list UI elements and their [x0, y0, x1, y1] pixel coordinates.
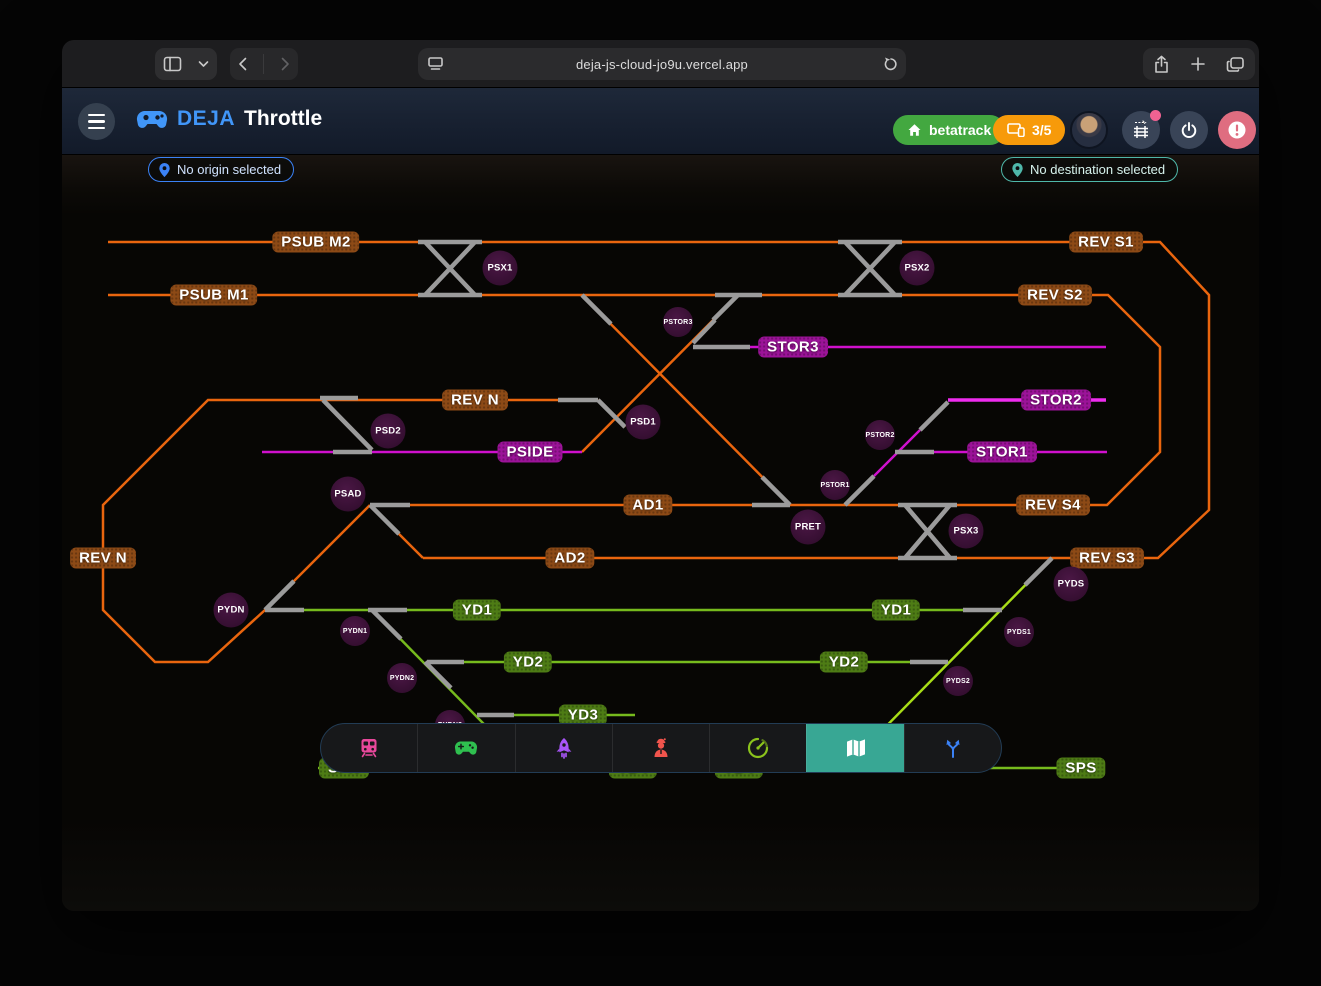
tab-gamepad[interactable]	[417, 724, 514, 772]
node-pyds[interactable]: PYDS	[1054, 567, 1089, 602]
back-icon[interactable]	[237, 56, 249, 72]
track-mode-button[interactable]	[1122, 111, 1160, 149]
railway-icon	[1131, 120, 1151, 140]
track-label-sps[interactable]: SPS	[1056, 758, 1105, 779]
menu-button[interactable]	[78, 103, 115, 140]
environment-badge-label: betatrack	[929, 122, 991, 138]
pin-icon	[158, 162, 171, 178]
track-label-stor1[interactable]: STOR1	[967, 442, 1037, 463]
track-label-psub-m1[interactable]: PSUB M1	[170, 285, 257, 306]
track-label-yd2-east[interactable]: YD2	[820, 652, 868, 673]
tab-train[interactable]	[321, 724, 417, 772]
track-label-rev-n-west[interactable]: REV N	[70, 548, 136, 569]
track-label-yd1-west[interactable]: YD1	[453, 600, 501, 621]
map-area: No origin selected No destination select…	[62, 155, 1259, 911]
alert-icon	[1227, 120, 1247, 140]
track-label-rev-s4[interactable]: REV S4	[1016, 495, 1090, 516]
origin-chip[interactable]: No origin selected	[148, 157, 294, 182]
sidebar-icon	[163, 56, 182, 72]
app-header: DEJA Throttle betatrack 3/5	[62, 88, 1259, 155]
tab-conductor[interactable]	[612, 724, 709, 772]
node-psx3[interactable]: PSX3	[949, 514, 984, 549]
node-pstor1[interactable]: PSTOR1	[820, 470, 850, 500]
address-bar[interactable]: deja-js-cloud-jo9u.vercel.app	[418, 48, 906, 80]
reload-icon[interactable]	[872, 56, 906, 72]
tab-map[interactable]	[806, 724, 903, 772]
forward-icon[interactable]	[279, 56, 291, 72]
home-icon	[907, 123, 922, 137]
devices-icon	[1007, 123, 1025, 137]
app-name: Throttle	[244, 107, 322, 131]
user-avatar[interactable]	[1070, 111, 1108, 149]
node-pyds2[interactable]: PYDS2	[943, 666, 973, 696]
conductor-icon	[650, 737, 672, 759]
track-label-ad2[interactable]: AD2	[545, 548, 594, 569]
track-label-stor2[interactable]: STOR2	[1021, 390, 1091, 411]
brand-name: DEJA	[177, 107, 235, 131]
tab-overview-icon[interactable]	[1226, 56, 1245, 73]
new-tab-icon[interactable]	[1190, 56, 1206, 72]
browser-titlebar: deja-js-cloud-jo9u.vercel.app	[62, 40, 1259, 88]
track-label-psub-m2[interactable]: PSUB M2	[272, 232, 359, 253]
sidebar-toggle-button[interactable]	[155, 48, 217, 80]
track-label-rev-n[interactable]: REV N	[442, 390, 508, 411]
node-psx2[interactable]: PSX2	[900, 251, 935, 286]
origin-chip-label: No origin selected	[177, 162, 281, 177]
track-label-yd2-west[interactable]: YD2	[504, 652, 552, 673]
node-psd1[interactable]: PSD1	[626, 405, 661, 440]
capacity-badge[interactable]: 3/5	[993, 115, 1065, 145]
destination-chip-label: No destination selected	[1030, 162, 1165, 177]
tab-routes[interactable]	[904, 724, 1001, 772]
power-icon	[1180, 121, 1198, 139]
titlebar-right-buttons	[1143, 48, 1255, 80]
nav-buttons	[230, 48, 298, 80]
node-pstor3[interactable]: PSTOR3	[663, 307, 693, 337]
chevron-down-icon	[198, 60, 209, 68]
node-pydn[interactable]: PYDN	[214, 593, 249, 628]
page-settings-icon[interactable]	[418, 56, 452, 72]
routes-icon	[942, 737, 964, 759]
track-label-rev-s2[interactable]: REV S2	[1018, 285, 1092, 306]
track-label-rev-s1[interactable]: REV S1	[1069, 232, 1143, 253]
tab-rocket[interactable]	[515, 724, 612, 772]
train-icon	[358, 737, 380, 759]
track-label-rev-s3[interactable]: REV S3	[1070, 548, 1144, 569]
environment-badge[interactable]: betatrack	[893, 115, 1005, 145]
share-icon[interactable]	[1153, 55, 1170, 74]
track-label-stor3[interactable]: STOR3	[758, 337, 828, 358]
gamepad-logo-icon	[136, 108, 168, 130]
divider	[263, 54, 264, 74]
node-pydn2[interactable]: PYDN2	[387, 663, 417, 693]
node-psd2[interactable]: PSD2	[371, 414, 406, 449]
rocket-icon	[553, 737, 575, 759]
capacity-badge-label: 3/5	[1032, 122, 1051, 138]
pin-icon	[1011, 162, 1024, 178]
tab-gauge[interactable]	[709, 724, 806, 772]
gauge-icon	[747, 737, 769, 759]
url-text: deja-js-cloud-jo9u.vercel.app	[452, 57, 872, 72]
node-pyds1[interactable]: PYDS1	[1004, 617, 1034, 647]
destination-chip[interactable]: No destination selected	[1001, 157, 1178, 182]
track-label-pside[interactable]: PSIDE	[497, 442, 562, 463]
bottom-toolbar	[320, 723, 1002, 773]
notification-dot	[1150, 110, 1161, 121]
node-psx1[interactable]: PSX1	[483, 251, 518, 286]
gamepad-icon	[454, 739, 478, 757]
node-psad[interactable]: PSAD	[331, 477, 366, 512]
track-label-yd1-east[interactable]: YD1	[872, 600, 920, 621]
node-pydn1[interactable]: PYDN1	[340, 616, 370, 646]
app-brand: DEJA Throttle	[136, 107, 322, 131]
track-label-ad1[interactable]: AD1	[623, 495, 672, 516]
browser-window: deja-js-cloud-jo9u.vercel.app DEJA	[62, 40, 1259, 911]
node-pret[interactable]: PRET	[791, 510, 826, 545]
node-pstor2[interactable]: PSTOR2	[865, 420, 895, 450]
map-icon	[845, 738, 867, 758]
alert-button[interactable]	[1218, 111, 1256, 149]
power-button[interactable]	[1170, 111, 1208, 149]
